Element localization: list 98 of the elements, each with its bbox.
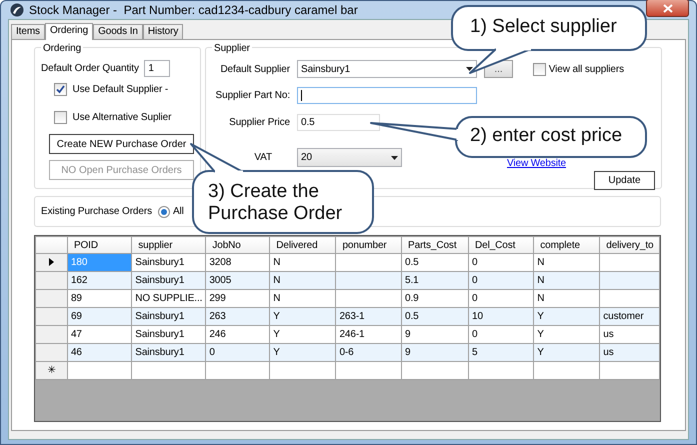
table-cell: 299 <box>206 290 270 308</box>
checkbox[interactable] <box>533 62 546 76</box>
new-row-marker: ✳ <box>48 365 56 376</box>
table-cell: customer <box>600 308 660 326</box>
table-cell: Y <box>270 326 336 344</box>
table-cell: 46 <box>67 344 132 362</box>
dropdown-value: 20 <box>301 151 312 165</box>
table-cell: 0.9 <box>402 290 469 308</box>
tab[interactable]: History <box>142 24 184 39</box>
table-cell: N <box>270 254 336 272</box>
table-cell: 0 <box>468 272 534 290</box>
window-title: Stock Manager - Part Number: cad1234-cadbury caramel bar <box>29 2 358 19</box>
column-header[interactable]: complete <box>534 236 600 254</box>
dropdown[interactable]: Sainsbury1 <box>297 60 477 78</box>
table-cell: 0-6 <box>336 344 402 362</box>
close-button[interactable] <box>646 0 689 17</box>
table-cell: Y <box>270 344 336 362</box>
column-header[interactable]: POID <box>67 236 132 254</box>
table-cell: us <box>600 344 660 362</box>
table-cell: 0 <box>468 326 534 344</box>
table-cell: N <box>270 290 336 308</box>
table-cell: 5 <box>468 344 534 362</box>
table-cell: Sainsbury1 <box>132 272 206 290</box>
column-header[interactable]: supplier <box>132 236 206 254</box>
field-label: Supplier Price <box>228 116 290 130</box>
field-label: Supplier Part No: <box>214 89 290 103</box>
purchase-order-button[interactable]: Create NEW Purchase Order <box>49 134 194 154</box>
app-icon <box>10 3 24 17</box>
table-cell: 0.5 <box>402 308 469 326</box>
table-cell: Y <box>534 344 600 362</box>
caret-icon <box>391 156 398 160</box>
table-cell: 10 <box>468 308 534 326</box>
table-cell: N <box>270 272 336 290</box>
table-cell: Sainsbury1 <box>132 254 206 272</box>
column-header[interactable]: Delivered <box>270 236 336 254</box>
checkbox-label: Use Alternative Suplier <box>72 111 172 125</box>
table-cell: 0.5 <box>402 254 469 272</box>
table-cell: Sainsbury1 <box>132 326 206 344</box>
table-cell: 0 <box>468 254 534 272</box>
table-cell: Y <box>534 308 600 326</box>
dropdown[interactable]: 20 <box>297 148 402 167</box>
radio-button[interactable] <box>158 206 170 218</box>
table-cell: 246 <box>206 326 270 344</box>
checkbox[interactable] <box>54 111 67 124</box>
quantity-field[interactable]: 1 <box>144 60 170 77</box>
table-cell: 5.1 <box>402 272 469 290</box>
field-label: Existing Purchase Orders <box>41 205 152 219</box>
callout-text: 3) Create the Purchase Order <box>208 181 344 225</box>
checkbox-label: Use Default Supplier - <box>72 83 168 97</box>
table-cell: 9 <box>402 326 469 344</box>
table-cell: Y <box>534 326 600 344</box>
table-cell: 89 <box>67 290 132 308</box>
table-cell: Y <box>270 308 336 326</box>
column-header[interactable]: Del_Cost <box>468 236 534 254</box>
update-button[interactable]: Update <box>594 171 655 190</box>
table-cell: us <box>600 326 660 344</box>
column-header[interactable]: ponumber <box>336 236 402 254</box>
caret-icon <box>466 67 473 71</box>
table-cell: 47 <box>67 326 132 344</box>
field-label: Default Supplier <box>219 62 290 76</box>
table-cell: NO SUPPLIE... <box>132 290 206 308</box>
checkbox[interactable] <box>54 83 67 96</box>
tab[interactable]: Ordering <box>44 23 94 40</box>
table-cell: Sainsbury1 <box>132 344 206 362</box>
table-cell: 0 <box>206 344 270 362</box>
table-cell: Sainsbury1 <box>132 308 206 326</box>
table-cell: 0 <box>468 290 534 308</box>
part-number-field[interactable] <box>297 87 477 104</box>
field-label: Default Order Quantity <box>41 62 139 76</box>
table-cell: 263 <box>206 308 270 326</box>
tab[interactable]: Items <box>11 24 45 39</box>
table-cell: 9 <box>402 344 469 362</box>
row-pointer-icon <box>48 258 54 266</box>
table-cell: 246-1 <box>336 326 402 344</box>
table-cell: N <box>534 254 600 272</box>
radio-label: All <box>172 205 184 219</box>
website-link[interactable]: View Website <box>507 156 566 171</box>
price-field[interactable]: 0.5 <box>297 114 380 131</box>
close-icon <box>662 4 672 12</box>
table-cell: N <box>534 272 600 290</box>
dropdown-value: Sainsbury1 <box>301 62 350 76</box>
table-cell: N <box>534 290 600 308</box>
table-cell: 3208 <box>206 254 270 272</box>
field-label: VAT <box>253 151 273 165</box>
callout-text: 1) Select supplier <box>470 16 618 38</box>
column-header[interactable]: Parts_Cost <box>402 236 469 254</box>
column-header[interactable]: delivery_to <box>600 236 660 254</box>
column-header[interactable]: JobNo <box>206 236 270 254</box>
callout-text: 2) enter cost price <box>470 125 624 147</box>
table-cell: 162 <box>67 272 132 290</box>
table-cell: 180 <box>67 254 132 272</box>
tab[interactable]: Goods In <box>93 24 143 39</box>
table-cell: 69 <box>67 308 132 326</box>
group-title: Supplier <box>212 41 252 56</box>
group-title: Ordering <box>41 41 84 56</box>
table-cell: 3005 <box>206 272 270 290</box>
table-cell: 263-1 <box>336 308 402 326</box>
checkbox-label: View all suppliers <box>548 62 624 76</box>
